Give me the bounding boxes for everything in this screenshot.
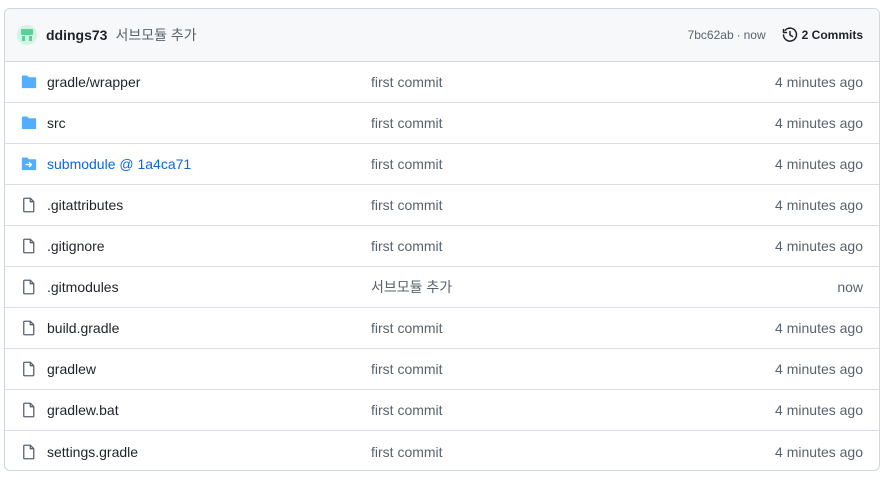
file-name-link[interactable]: .gitignore [47, 238, 371, 254]
table-row[interactable]: .gitignore first commit 4 minutes ago [5, 226, 879, 267]
commit-age: 4 minutes ago [775, 320, 863, 336]
file-name-link[interactable]: settings.gradle [47, 444, 371, 460]
file-browser: ddings73 서브모듈 추가 7bc62ab · now 2 Commits… [4, 8, 880, 471]
file-name-link[interactable]: .gitmodules [47, 279, 371, 295]
commit-age: 4 minutes ago [775, 197, 863, 213]
file-icon [21, 279, 37, 295]
table-row[interactable]: .gitattributes first commit 4 minutes ago [5, 185, 879, 226]
commit-message-link[interactable]: first commit [371, 361, 775, 377]
history-icon [782, 27, 797, 42]
commit-message[interactable]: 서브모듈 추가 [115, 25, 196, 45]
file-icon [21, 197, 37, 213]
commit-message-link[interactable]: first commit [371, 156, 775, 172]
file-name-link[interactable]: gradlew [47, 361, 371, 377]
commit-author[interactable]: ddings73 [46, 27, 107, 43]
table-row[interactable]: build.gradle first commit 4 minutes ago [5, 308, 879, 349]
separator: · [736, 28, 741, 42]
file-icon [21, 402, 37, 418]
commit-message-link[interactable]: first commit [371, 115, 775, 131]
commit-message-link[interactable]: 서브모듈 추가 [371, 277, 837, 297]
commit-age: 4 minutes ago [775, 74, 863, 90]
commit-age: 4 minutes ago [775, 402, 863, 418]
file-name-link[interactable]: src [47, 115, 371, 131]
commit-message-link[interactable]: first commit [371, 402, 775, 418]
table-row[interactable]: .gitmodules 서브모듈 추가 now [5, 267, 879, 308]
folder-icon [21, 74, 37, 90]
table-row[interactable]: gradle/wrapper first commit 4 minutes ago [5, 62, 879, 103]
table-row[interactable]: src first commit 4 minutes ago [5, 103, 879, 144]
table-row[interactable]: settings.gradle first commit 4 minutes ago [5, 431, 879, 470]
file-list: gradle/wrapper first commit 4 minutes ago s… [5, 62, 879, 470]
commit-sha[interactable]: 7bc62ab [688, 28, 734, 42]
file-icon [21, 238, 37, 254]
file-icon [21, 320, 37, 336]
commit-age: 4 minutes ago [775, 115, 863, 131]
submodule-icon [21, 156, 37, 172]
commits-link[interactable]: 2 Commits [782, 27, 863, 43]
commit-age: 4 minutes ago [775, 238, 863, 254]
commit-message-link[interactable]: first commit [371, 238, 775, 254]
commits-count: 2 Commits [801, 28, 863, 42]
commit-time: now [743, 28, 766, 42]
file-name-link[interactable]: submodule @ 1a4ca71 [47, 156, 371, 172]
avatar[interactable] [17, 25, 37, 45]
commit-age: 4 minutes ago [775, 156, 863, 172]
commit-message-link[interactable]: first commit [371, 197, 775, 213]
file-icon [21, 361, 37, 377]
table-row[interactable]: gradlew.bat first commit 4 minutes ago [5, 390, 879, 431]
commit-message-link[interactable]: first commit [371, 444, 775, 460]
commit-message-link[interactable]: first commit [371, 74, 775, 90]
commit-age: now [837, 279, 863, 295]
file-name-link[interactable]: build.gradle [47, 320, 371, 336]
table-row[interactable]: gradlew first commit 4 minutes ago [5, 349, 879, 390]
file-icon [21, 444, 37, 460]
file-name-link[interactable]: gradle/wrapper [47, 74, 371, 90]
table-row[interactable]: submodule @ 1a4ca71 first commit 4 minutes… [5, 144, 879, 185]
folder-icon [21, 115, 37, 131]
commit-age: 4 minutes ago [775, 361, 863, 377]
latest-commit-bar: ddings73 서브모듈 추가 7bc62ab · now 2 Commits [5, 9, 879, 62]
commit-age: 4 minutes ago [775, 443, 863, 460]
file-name-link[interactable]: .gitattributes [47, 197, 371, 213]
file-name-link[interactable]: gradlew.bat [47, 402, 371, 418]
commit-message-link[interactable]: first commit [371, 320, 775, 336]
